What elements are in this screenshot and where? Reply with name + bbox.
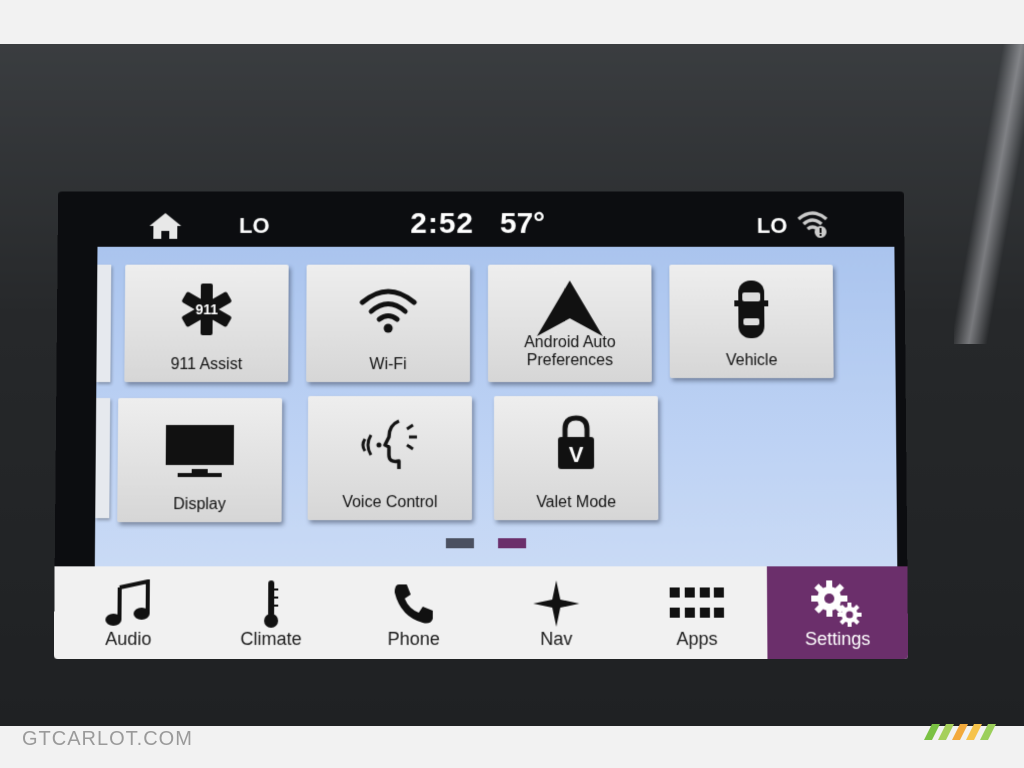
passenger-temp-setting[interactable]: LO [757, 213, 788, 239]
nav-phone[interactable]: Phone [343, 566, 484, 659]
nav-label: Phone [343, 629, 484, 650]
home-icon[interactable] [147, 211, 183, 241]
page-indicator [95, 538, 897, 548]
nav-settings[interactable]: Settings [767, 566, 908, 659]
status-bar: LO 2:52 57° LO [97, 191, 894, 246]
settings-panel: 911 911 Assist Wi-Fi Android Auto Prefer… [95, 247, 897, 567]
svg-text:911: 911 [195, 301, 218, 317]
tile-wifi[interactable]: Wi-Fi [306, 265, 470, 382]
previous-page-tile[interactable] [96, 265, 111, 382]
nav-audio[interactable]: Audio [58, 566, 199, 659]
wifi-icon [306, 275, 470, 345]
tile-display[interactable]: Display [117, 398, 282, 522]
outside-temperature: 57° [500, 207, 545, 241]
thermometer-icon [201, 578, 342, 628]
watermark: GTCARLOT.COM [22, 728, 193, 751]
page-dot-active[interactable] [498, 538, 526, 548]
nav-label: Nav [486, 629, 627, 650]
svg-text:V: V [569, 442, 584, 467]
voice-control-icon [308, 410, 472, 480]
wifi-status-icon [795, 207, 831, 239]
tile-vehicle[interactable]: Vehicle [669, 265, 833, 378]
nav-climate[interactable]: Climate [201, 566, 342, 659]
tile-label: Wi-Fi [306, 356, 470, 374]
tile-label: 911 Assist [124, 356, 288, 374]
tile-label: Voice Control [308, 494, 472, 512]
nav-navigation[interactable]: Nav [486, 566, 627, 659]
clock: 2:52 [410, 207, 474, 241]
display-icon [118, 416, 283, 486]
infotainment-screen: LO 2:52 57° LO 911 911 Assist Wi-Fi Andr… [54, 191, 908, 659]
page-dot[interactable] [446, 538, 474, 548]
bottom-nav-bar: Audio Climate Phone Nav Apps Settings [54, 566, 908, 659]
nav-apps[interactable]: Apps [626, 566, 767, 659]
911-assist-icon: 911 [125, 275, 289, 345]
tile-label: Android Auto Preferences [488, 334, 652, 370]
previous-page-tile[interactable] [95, 398, 110, 518]
tile-label: Display [117, 496, 281, 514]
phone-icon [343, 578, 484, 628]
vehicle-icon [669, 275, 833, 345]
nav-label: Climate [201, 629, 342, 650]
tile-label: Vehicle [670, 352, 834, 370]
tile-valet-mode[interactable]: V Valet Mode [494, 396, 658, 520]
nav-label: Apps [627, 629, 768, 650]
apps-grid-icon [626, 578, 767, 628]
valet-lock-icon: V [494, 408, 658, 478]
nav-label: Settings [767, 629, 908, 650]
watermark-logo-icon [920, 722, 1000, 742]
music-note-icon [58, 578, 199, 628]
tile-label: Valet Mode [494, 494, 658, 512]
nav-label: Audio [58, 629, 199, 650]
compass-star-icon [486, 578, 627, 628]
driver-temp-setting[interactable]: LO [239, 213, 270, 239]
tile-voice-control[interactable]: Voice Control [308, 396, 472, 520]
chrome-trim [954, 44, 1024, 344]
tile-911-assist[interactable]: 911 911 Assist [124, 265, 288, 382]
gears-icon [767, 578, 908, 628]
tile-android-auto[interactable]: Android Auto Preferences [488, 265, 652, 382]
